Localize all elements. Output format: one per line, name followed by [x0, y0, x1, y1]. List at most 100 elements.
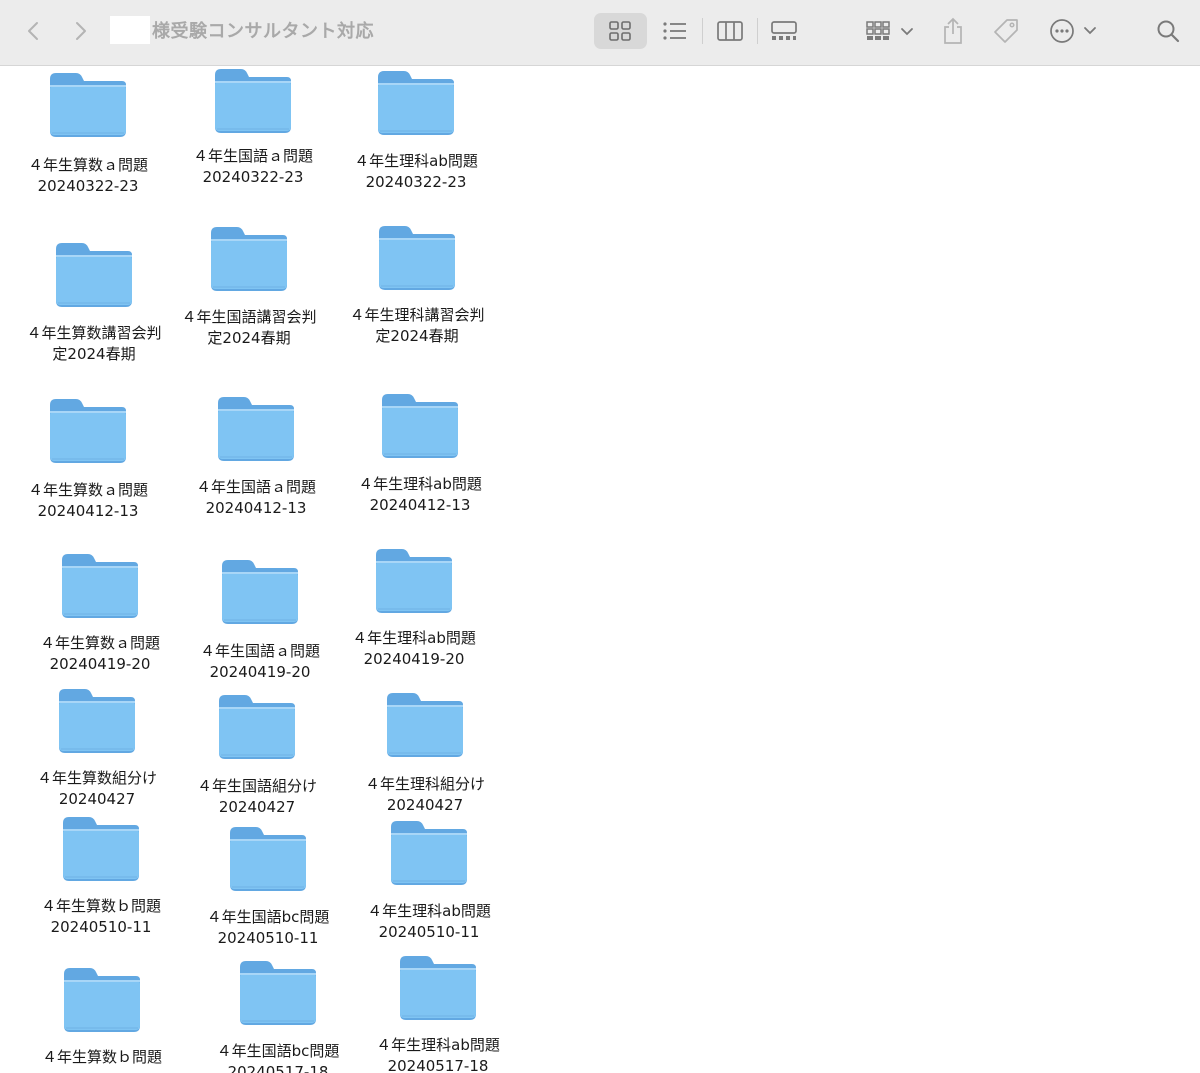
- share-icon[interactable]: [940, 16, 966, 46]
- folder-icon[interactable]: [54, 239, 134, 309]
- folder-name-line: ４年生国語ａ問題: [199, 642, 320, 660]
- folder-name-line: ４年生理科ab問題: [376, 1036, 500, 1054]
- folder-name-line: 20240510-11: [217, 929, 319, 947]
- list-view-icon[interactable]: [662, 20, 688, 42]
- folder-name-line: ４年生国語講習会判: [181, 308, 317, 326]
- folder-name[interactable]: ４年生理科ab問題 20240419-20: [334, 628, 494, 670]
- folder-name-line: ４年生算数ａ問題: [39, 634, 160, 652]
- folder-name[interactable]: ４年生国語bc問題 20240510-11: [188, 907, 348, 949]
- search-icon[interactable]: [1155, 18, 1181, 44]
- redacted-block: [110, 16, 150, 44]
- folder-name-line: 20240510-11: [50, 918, 152, 936]
- folder-name-line: 20240412-13: [205, 499, 307, 517]
- folder-name[interactable]: ４年生国語ａ問題 20240412-13: [176, 477, 336, 519]
- folder-name[interactable]: ４年生国語組分け 20240427: [177, 776, 337, 818]
- folder-name[interactable]: ４年生算数ｂ問題 20240510-11: [21, 896, 181, 938]
- folder-name-line: 20240427: [218, 798, 296, 816]
- folder-name[interactable]: ４年生算数ｂ問題: [22, 1047, 182, 1068]
- folder-icon[interactable]: [389, 817, 469, 887]
- column-view-icon[interactable]: [716, 20, 744, 42]
- folder-icon[interactable]: [209, 223, 289, 293]
- folder-name-line: ４年生国語bc問題: [206, 908, 330, 926]
- folder-name-line: ４年生国語ａ問題: [192, 147, 313, 165]
- folder-name-line: 20240412-13: [369, 496, 471, 514]
- folder-icon[interactable]: [385, 689, 465, 759]
- folder-icon[interactable]: [48, 69, 128, 139]
- folder-icon[interactable]: [398, 952, 478, 1022]
- folder-icon[interactable]: [217, 691, 297, 761]
- folder-name-line: 20240427: [386, 796, 464, 814]
- folder-name[interactable]: ４年生算数ａ問題 20240322-23: [8, 155, 168, 197]
- toolbar-divider: [757, 18, 758, 44]
- folder-name-line: ４年生国語ａ問題: [195, 478, 316, 496]
- folder-name-line: 20240517-18: [227, 1063, 329, 1073]
- folder-name[interactable]: ４年生国語講習会判 定2024春期: [169, 307, 329, 349]
- toolbar: 様受験コンサルタント対応: [0, 0, 1200, 66]
- folder-icon[interactable]: [374, 545, 454, 615]
- folder-name-line: ４年生算数組分け: [36, 769, 157, 787]
- folder-name-line: 定2024春期: [52, 345, 136, 363]
- folder-name-line: 20240322-23: [365, 173, 467, 191]
- folder-name[interactable]: ４年生理科ab問題 20240517-18: [358, 1035, 518, 1073]
- folder-name[interactable]: ４年生算数ａ問題 20240412-13: [8, 480, 168, 522]
- group-by-icon[interactable]: [864, 19, 916, 43]
- folder-icon[interactable]: [377, 222, 457, 292]
- folder-name-line: ４年生算数講習会判: [26, 324, 162, 342]
- folder-name-line: ４年生国語組分け: [196, 777, 317, 795]
- folder-name-line: 20240419-20: [209, 663, 311, 681]
- folder-name-line: 20240510-11: [378, 923, 480, 941]
- folder-name-line: 20240412-13: [37, 502, 139, 520]
- folder-icon[interactable]: [60, 550, 140, 620]
- folder-name-line: 20240517-18: [387, 1057, 489, 1073]
- folder-name-line: 定2024春期: [207, 329, 291, 347]
- folder-name[interactable]: ４年生算数組分け 20240427: [17, 768, 177, 810]
- folder-name-line: ４年生算数ｂ問題: [41, 1048, 162, 1066]
- folder-name[interactable]: ４年生理科ab問題 20240322-23: [336, 151, 496, 193]
- folder-name[interactable]: ４年生国語ａ問題 20240322-23: [173, 146, 333, 188]
- forward-chevron-icon[interactable]: [70, 19, 92, 43]
- folder-name-line: 20240419-20: [49, 655, 151, 673]
- folder-name[interactable]: ４年生国語bc問題 20240517-18: [198, 1041, 358, 1073]
- tag-icon[interactable]: [992, 17, 1020, 45]
- folder-name[interactable]: ４年生理科組分け 20240427: [345, 774, 505, 816]
- folder-name[interactable]: ４年生国語ａ問題 20240419-20: [180, 641, 340, 683]
- folder-name-line: 20240419-20: [363, 650, 465, 668]
- folder-name-line: 20240322-23: [202, 168, 304, 186]
- gallery-view-icon[interactable]: [770, 20, 798, 42]
- folder-name-line: ４年生算数ｂ問題: [40, 897, 161, 915]
- folder-name[interactable]: ４年生算数ａ問題 20240419-20: [20, 633, 180, 675]
- folder-name-line: 20240322-23: [37, 177, 139, 195]
- folder-name-line: 定2024春期: [375, 327, 459, 345]
- back-chevron-icon[interactable]: [22, 19, 44, 43]
- folder-name-line: ４年生理科ab問題: [352, 629, 476, 647]
- folder-name[interactable]: ４年生理科ab問題 20240510-11: [349, 901, 509, 943]
- folder-name-line: ４年生算数ａ問題: [27, 156, 148, 174]
- folder-icon[interactable]: [62, 964, 142, 1034]
- folder-icon[interactable]: [213, 67, 293, 135]
- folder-icon[interactable]: [61, 813, 141, 883]
- folder-name-line: ４年生理科ab問題: [354, 152, 478, 170]
- toolbar-divider: [702, 18, 703, 44]
- folder-name[interactable]: ４年生理科講習会判 定2024春期: [337, 305, 497, 347]
- folder-name-line: ４年生理科講習会判: [349, 306, 485, 324]
- folder-name-line: ４年生算数ａ問題: [27, 481, 148, 499]
- folder-grid: ４年生算数ａ問題 20240322-23 ４年生国語ａ問題 20240322-23 ４年…: [0, 67, 1200, 1073]
- folder-icon[interactable]: [376, 67, 456, 137]
- folder-icon[interactable]: [228, 823, 308, 893]
- folder-icon[interactable]: [238, 957, 318, 1027]
- folder-name-line: 20240427: [58, 790, 136, 808]
- folder-icon[interactable]: [220, 556, 300, 626]
- more-actions-icon[interactable]: [1048, 18, 1098, 44]
- folder-title: 様受験コンサルタント対応: [152, 21, 374, 42]
- folder-name[interactable]: ４年生算数講習会判 定2024春期: [14, 323, 174, 365]
- folder-name-line: ４年生国語bc問題: [216, 1042, 340, 1060]
- folder-icon[interactable]: [57, 685, 137, 755]
- folder-name-line: ４年生理科ab問題: [358, 475, 482, 493]
- folder-icon[interactable]: [48, 395, 128, 465]
- grid-view-icon[interactable]: [608, 20, 632, 42]
- window-title: 様受験コンサルタント対応: [110, 15, 374, 45]
- folder-icon[interactable]: [216, 393, 296, 463]
- folder-icon[interactable]: [380, 390, 460, 460]
- folder-name[interactable]: ４年生理科ab問題 20240412-13: [340, 474, 500, 516]
- folder-name-line: ４年生理科組分け: [364, 775, 485, 793]
